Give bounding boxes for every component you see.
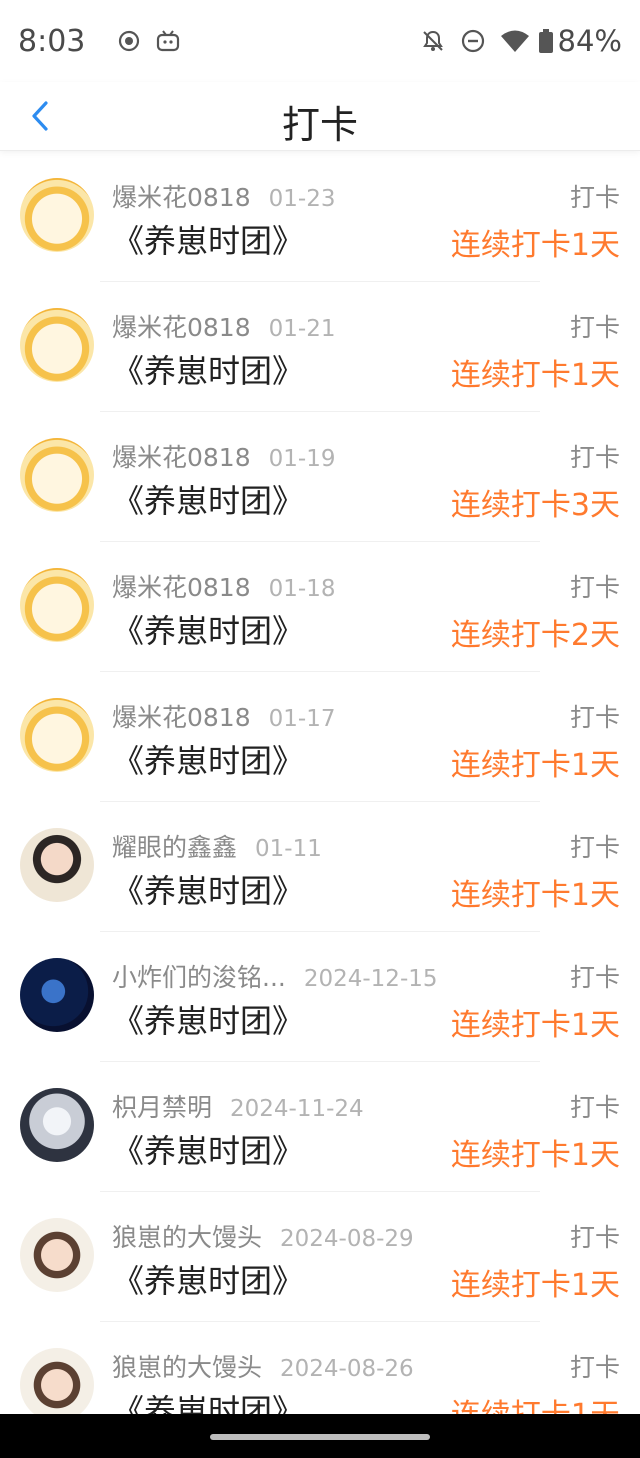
checkin-date: 2024-08-29 xyxy=(280,1226,414,1252)
checkin-tag: 打卡 xyxy=(569,703,620,732)
battery-percent: 84% xyxy=(557,24,622,58)
streak-text: 连续打卡3天 xyxy=(450,488,620,523)
checkin-list: 爆米花0818 01-23 《养崽时团》 打卡 连续打卡1天 爆米花0818 0… xyxy=(0,152,640,1452)
user-name[interactable]: 耀眼的鑫鑫 xyxy=(112,828,237,864)
popcorn-avatar[interactable] xyxy=(20,438,94,512)
checkin-date: 01-23 xyxy=(268,186,336,212)
book-title[interactable]: 《养崽时团》 xyxy=(112,1256,304,1302)
streak-text: 连续打卡1天 xyxy=(450,1138,620,1173)
user-name[interactable]: 爆米花0818 xyxy=(112,438,251,474)
user-name[interactable]: 狼崽的大馒头 xyxy=(112,1348,262,1384)
list-item[interactable]: 爆米花0818 01-23 《养崽时团》 打卡 连续打卡1天 xyxy=(0,152,640,282)
list-item[interactable]: 爆米花0818 01-19 《养崽时团》 打卡 连续打卡3天 xyxy=(0,412,640,542)
page-title: 打卡 xyxy=(281,103,358,147)
checkin-tag: 打卡 xyxy=(569,1093,620,1122)
book-title[interactable]: 《养崽时团》 xyxy=(112,476,304,522)
list-item[interactable]: 狼崽的大馒头 2024-08-29 《养崽时团》 打卡 连续打卡1天 xyxy=(0,1192,640,1322)
checkin-date: 01-18 xyxy=(268,576,336,602)
user-name[interactable]: 爆米花0818 xyxy=(112,568,251,604)
user-name[interactable]: 爆米花0818 xyxy=(112,698,251,734)
user-name[interactable]: 狼崽的大馒头 xyxy=(112,1218,262,1254)
book-title[interactable]: 《养崽时团》 xyxy=(112,216,304,262)
status-bar: 8:03 84% xyxy=(0,0,640,82)
book-title[interactable]: 《养崽时团》 xyxy=(112,346,304,392)
list-item[interactable]: 耀眼的鑫鑫 01-11 《养崽时团》 打卡 连续打卡1天 xyxy=(0,802,640,932)
checkin-tag: 打卡 xyxy=(569,313,620,342)
checkin-tag: 打卡 xyxy=(569,1223,620,1252)
home-gesture-handle[interactable] xyxy=(210,1434,430,1440)
streak-text: 连续打卡1天 xyxy=(450,358,620,393)
streak-text: 连续打卡1天 xyxy=(450,1268,620,1303)
checkin-tag: 打卡 xyxy=(569,443,620,472)
checkin-date: 01-21 xyxy=(268,316,336,342)
checkin-date: 01-17 xyxy=(268,706,336,732)
checkin-tag: 打卡 xyxy=(569,833,620,862)
notifications-off-icon xyxy=(420,28,446,54)
streak-text: 连续打卡1天 xyxy=(450,1008,620,1043)
popcorn-avatar[interactable] xyxy=(20,568,94,642)
do-not-disturb-icon xyxy=(460,28,486,54)
tv-app-icon xyxy=(155,29,181,53)
dark-avatar[interactable] xyxy=(20,958,94,1032)
list-item[interactable]: 爆米花0818 01-17 《养崽时团》 打卡 连续打卡1天 xyxy=(0,672,640,802)
checkin-tag: 打卡 xyxy=(569,1353,620,1382)
girl-avatar[interactable] xyxy=(20,1088,94,1162)
book-title[interactable]: 《养崽时团》 xyxy=(112,1126,304,1172)
checkin-date: 01-11 xyxy=(255,836,322,862)
book-title[interactable]: 《养崽时团》 xyxy=(112,736,304,782)
checkin-tag: 打卡 xyxy=(569,573,620,602)
nav-bar: 打卡 xyxy=(0,82,640,151)
checkin-date: 2024-12-15 xyxy=(303,966,438,992)
list-item[interactable]: 小炸们的浚铭... 2024-12-15 《养崽时团》 打卡 连续打卡1天 xyxy=(0,932,640,1062)
book-title[interactable]: 《养崽时团》 xyxy=(112,996,304,1042)
checkin-date: 2024-08-26 xyxy=(280,1356,414,1382)
checkin-date: 01-19 xyxy=(268,446,336,472)
popcorn-avatar[interactable] xyxy=(20,308,94,382)
checkin-date: 2024-11-24 xyxy=(230,1096,364,1122)
bear-avatar[interactable] xyxy=(20,1348,94,1422)
streak-text: 连续打卡1天 xyxy=(450,878,620,913)
book-title[interactable]: 《养崽时团》 xyxy=(112,606,304,652)
checkin-tag: 打卡 xyxy=(569,183,620,212)
book-title[interactable]: 《养崽时团》 xyxy=(112,866,304,912)
checkin-tag: 打卡 xyxy=(569,963,620,992)
list-item[interactable]: 枳月禁明 2024-11-24 《养崽时团》 打卡 连续打卡1天 xyxy=(0,1062,640,1192)
user-name[interactable]: 小炸们的浚铭... xyxy=(112,958,286,994)
battery-icon xyxy=(538,28,554,54)
streak-text: 连续打卡2天 xyxy=(450,618,620,653)
user-name[interactable]: 爆米花0818 xyxy=(112,178,251,214)
streak-text: 连续打卡1天 xyxy=(450,748,620,783)
list-item[interactable]: 爆米花0818 01-18 《养崽时团》 打卡 连续打卡2天 xyxy=(0,542,640,672)
streak-text: 连续打卡1天 xyxy=(450,228,620,263)
popcorn-avatar[interactable] xyxy=(20,698,94,772)
popcorn-avatar[interactable] xyxy=(20,178,94,252)
screen-record-icon xyxy=(117,29,141,53)
status-time: 8:03 xyxy=(18,23,86,59)
bear-avatar[interactable] xyxy=(20,1218,94,1292)
boy-avatar[interactable] xyxy=(20,828,94,902)
wifi-icon xyxy=(500,28,530,54)
user-name[interactable]: 枳月禁明 xyxy=(112,1088,212,1124)
list-item[interactable]: 爆米花0818 01-21 《养崽时团》 打卡 连续打卡1天 xyxy=(0,282,640,412)
system-navigation-bar xyxy=(0,1414,640,1458)
user-name[interactable]: 爆米花0818 xyxy=(112,308,251,344)
